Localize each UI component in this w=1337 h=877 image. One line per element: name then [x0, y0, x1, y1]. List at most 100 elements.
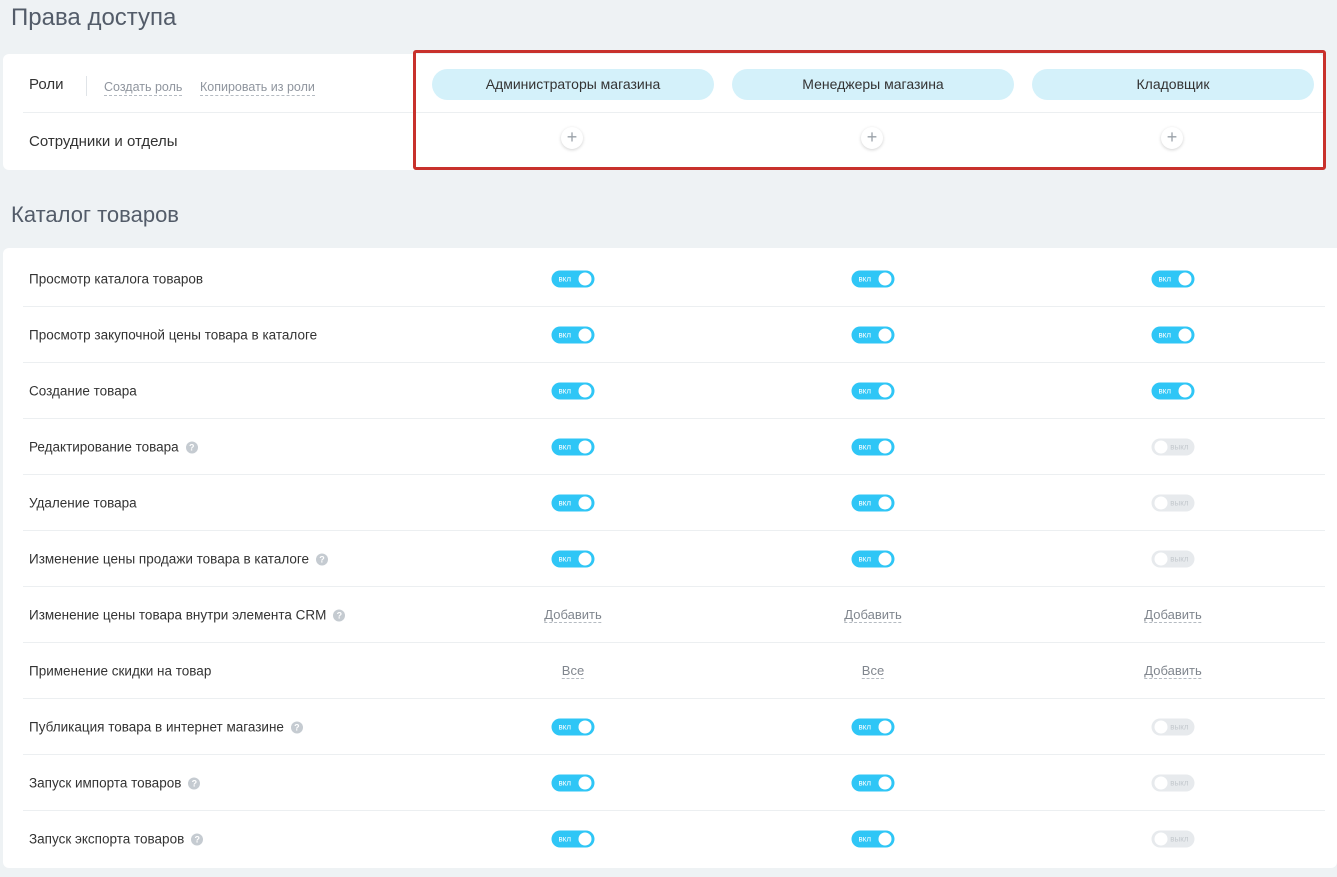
toggle-state-label: вкл [1158, 330, 1172, 340]
permission-cell-managers: Добавить [844, 606, 902, 624]
toggle-state-label: вкл [1158, 386, 1172, 396]
permission-cell-managers: вкл [851, 270, 895, 288]
toggle-switch-on[interactable]: вкл [551, 494, 595, 512]
roles-label: Роли [29, 76, 64, 93]
toggle-switch-on[interactable]: вкл [1151, 270, 1195, 288]
all-link[interactable]: Все [861, 663, 885, 679]
copy-from-role-link[interactable]: Копировать из роли [200, 80, 315, 96]
toggle-switch-on[interactable]: вкл [1151, 326, 1195, 344]
toggle-knob [1178, 272, 1192, 286]
permission-cell-admins: Все [561, 662, 585, 680]
permission-label-text: Запуск импорта товаров [29, 775, 182, 791]
permission-cell-managers: Все [861, 662, 885, 680]
permission-cell-admins: вкл [551, 550, 595, 568]
permission-cell-admins: вкл [551, 270, 595, 288]
toggle-knob [578, 552, 592, 566]
toggle-knob [1154, 496, 1168, 510]
permission-cell-storekeeper: выкл [1151, 438, 1195, 456]
toggle-switch-off[interactable]: выкл [1151, 550, 1195, 568]
toggle-switch-off[interactable]: выкл [1151, 718, 1195, 736]
toggle-knob [578, 832, 592, 846]
toggle-state-label: выкл [1170, 554, 1189, 564]
toggle-switch-off[interactable]: выкл [1151, 438, 1195, 456]
toggle-switch-on[interactable]: вкл [851, 550, 895, 568]
toggle-switch-on[interactable]: вкл [851, 326, 895, 344]
permission-cell-managers: вкл [851, 830, 895, 848]
help-icon[interactable]: ? [191, 833, 204, 846]
toggle-switch-on[interactable]: вкл [851, 438, 895, 456]
permission-row: Просмотр каталога товаров вкл вкл вкл [3, 251, 1337, 307]
create-role-link[interactable]: Создать роль [104, 80, 183, 96]
roles-separator [86, 76, 87, 96]
toggle-switch-on[interactable]: вкл [551, 326, 595, 344]
permission-label: Просмотр закупочной цены товара в катало… [29, 328, 317, 343]
toggle-state-label: вкл [858, 554, 872, 564]
all-link[interactable]: Все [561, 663, 585, 679]
toggle-state-label: выкл [1170, 498, 1189, 508]
permission-label-text: Публикация товара в интернет магазине [29, 719, 284, 735]
help-icon[interactable]: ? [185, 441, 198, 454]
permission-label-text: Просмотр каталога товаров [29, 271, 204, 287]
add-link[interactable]: Добавить [844, 607, 902, 623]
permission-label-text: Изменение цены товара внутри элемента CR… [29, 607, 327, 623]
toggle-switch-on[interactable]: вкл [851, 270, 895, 288]
permission-label: Просмотр каталога товаров [29, 272, 203, 287]
catalog-permissions-card: Просмотр каталога товаров вкл вкл вкл Просмо… [3, 248, 1337, 868]
add-link[interactable]: Добавить [544, 607, 602, 623]
permission-cell-admins: вкл [551, 326, 595, 344]
toggle-state-label: вкл [558, 834, 572, 844]
permission-row: Запуск импорта товаров? вкл вкл выкл [3, 755, 1337, 811]
toggle-switch-on[interactable]: вкл [551, 438, 595, 456]
toggle-knob [1154, 720, 1168, 734]
permission-cell-managers: вкл [851, 774, 895, 792]
permission-cell-storekeeper: выкл [1151, 718, 1195, 736]
toggle-state-label: вкл [558, 722, 572, 732]
help-icon[interactable]: ? [290, 721, 303, 734]
toggle-switch-on[interactable]: вкл [551, 830, 595, 848]
help-icon[interactable]: ? [333, 609, 346, 622]
toggle-switch-off[interactable]: выкл [1151, 494, 1195, 512]
permission-row: Просмотр закупочной цены товара в катало… [3, 307, 1337, 363]
permission-label: Запуск экспорта товаров? [29, 832, 204, 847]
toggle-state-label: вкл [858, 834, 872, 844]
toggle-knob [1154, 776, 1168, 790]
toggle-switch-on[interactable]: вкл [851, 494, 895, 512]
toggle-switch-on[interactable]: вкл [851, 718, 895, 736]
help-icon[interactable]: ? [188, 777, 201, 790]
permission-cell-admins: вкл [551, 830, 595, 848]
toggle-switch-on[interactable]: вкл [551, 270, 595, 288]
permission-label: Запуск импорта товаров? [29, 775, 201, 791]
toggle-switch-on[interactable]: вкл [551, 718, 595, 736]
toggle-knob [1178, 328, 1192, 342]
help-icon[interactable]: ? [316, 553, 329, 566]
toggle-knob [878, 328, 892, 342]
toggle-state-label: вкл [558, 442, 572, 452]
add-link[interactable]: Добавить [1144, 663, 1202, 679]
toggle-switch-on[interactable]: вкл [851, 774, 895, 792]
toggle-switch-on[interactable]: вкл [551, 774, 595, 792]
toggle-switch-off[interactable]: выкл [1151, 774, 1195, 792]
permission-cell-admins: вкл [551, 718, 595, 736]
toggle-state-label: вкл [558, 386, 572, 396]
permission-row: Удаление товара вкл вкл выкл [3, 475, 1337, 531]
toggle-switch-on[interactable]: вкл [551, 382, 595, 400]
page-title: Права доступа [11, 4, 177, 31]
toggle-knob [878, 496, 892, 510]
permission-label: Создание товара [29, 384, 137, 399]
permission-cell-managers: вкл [851, 494, 895, 512]
employees-departments-label: Сотрудники и отделы [29, 133, 178, 150]
permission-label-text: Применение скидки на товар [29, 663, 212, 679]
toggle-knob [578, 328, 592, 342]
toggle-switch-on[interactable]: вкл [851, 382, 895, 400]
add-link[interactable]: Добавить [1144, 607, 1202, 623]
permission-row: Изменение цены продажи товара в каталоге… [3, 531, 1337, 587]
toggle-state-label: вкл [858, 778, 872, 788]
permission-label-text: Изменение цены продажи товара в каталоге [29, 551, 310, 567]
toggle-knob [1178, 384, 1192, 398]
toggle-switch-on[interactable]: вкл [1151, 382, 1195, 400]
toggle-switch-on[interactable]: вкл [851, 830, 895, 848]
permission-label: Изменение цены продажи товара в каталоге… [29, 551, 329, 567]
permission-label: Редактирование товара? [29, 440, 198, 455]
toggle-switch-off[interactable]: выкл [1151, 830, 1195, 848]
toggle-switch-on[interactable]: вкл [551, 550, 595, 568]
